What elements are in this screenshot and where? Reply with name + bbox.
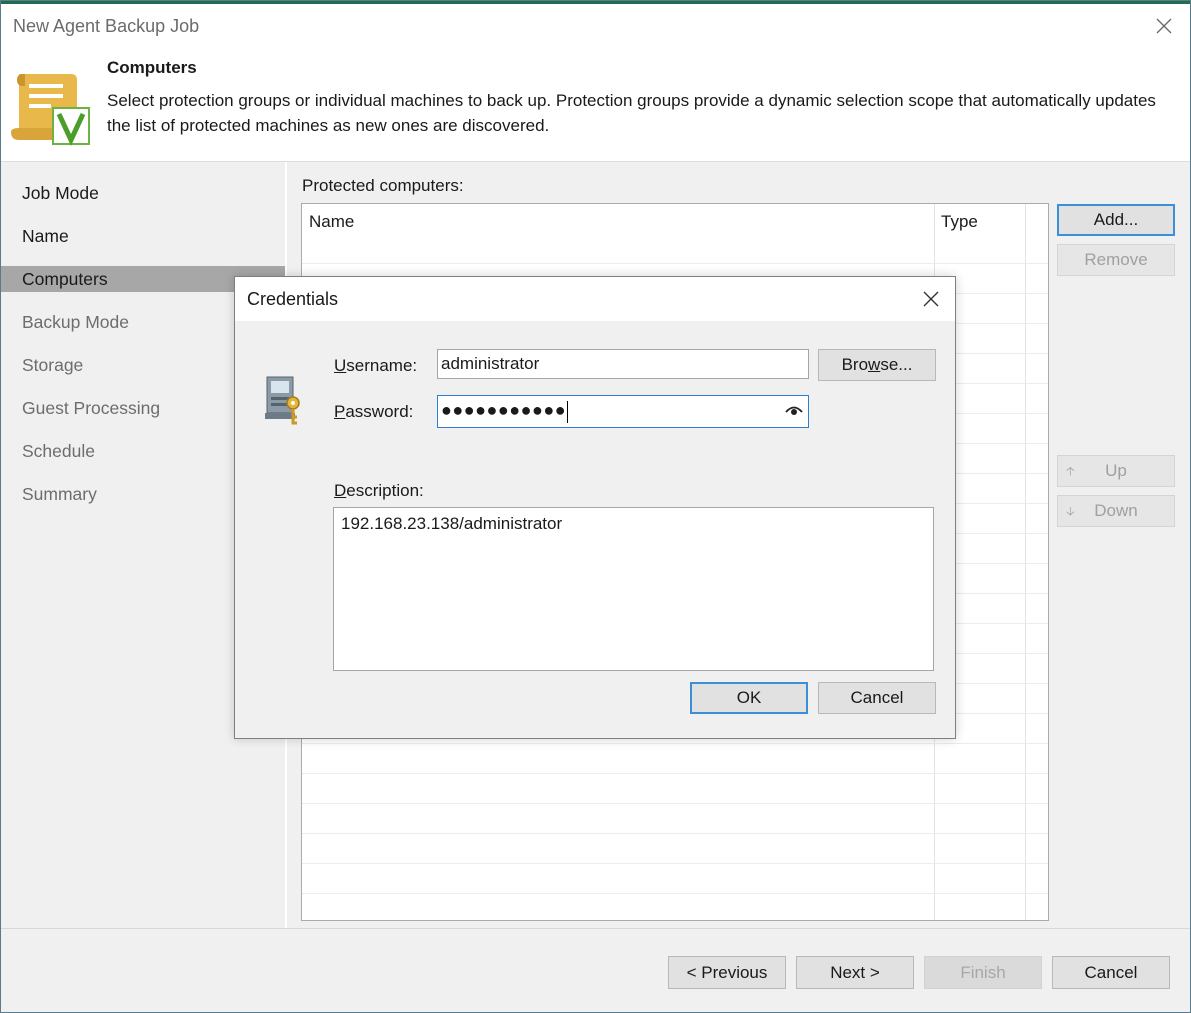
column-header-type[interactable]: Type — [941, 212, 978, 232]
browse-label-post: se... — [880, 355, 913, 374]
close-icon[interactable] — [919, 287, 943, 311]
wizard-header: Computers Select protection groups or in… — [1, 48, 1190, 162]
description-label: Description: — [334, 481, 424, 501]
table-row — [302, 833, 1048, 834]
dialog-cancel-button[interactable]: Cancel — [818, 682, 936, 714]
credentials-dialog: Credentials Username: administrator Brow… — [234, 276, 956, 739]
cancel-button[interactable]: Cancel — [1052, 956, 1170, 989]
header-description: Select protection groups or individual m… — [107, 91, 1156, 135]
description-label-access-key: D — [334, 481, 347, 500]
show-password-eye-icon[interactable] — [784, 402, 804, 418]
column-header-name[interactable]: Name — [309, 212, 354, 232]
password-label: Password: — [334, 402, 413, 422]
dialog-titlebar: Credentials — [235, 277, 955, 321]
window-titlebar: New Agent Backup Job — [1, 4, 1190, 48]
browse-label-access-key: w — [868, 355, 881, 374]
previous-button[interactable]: < Previous — [668, 956, 786, 989]
username-label-access-key: U — [334, 356, 347, 375]
ok-button[interactable]: OK — [690, 682, 808, 714]
table-row — [302, 743, 1048, 744]
text-caret — [567, 400, 569, 423]
table-row — [302, 773, 1048, 774]
password-label-text: assword: — [345, 402, 414, 421]
description-label-text: escription: — [346, 481, 424, 500]
browse-label-pre: Bro — [841, 355, 869, 374]
scroll-checkmark-icon — [11, 74, 90, 146]
username-input[interactable]: administrator — [437, 349, 809, 379]
down-button-label: Down — [1094, 501, 1138, 520]
down-button[interactable]: 🡣 Down — [1057, 495, 1175, 527]
add-button[interactable]: Add... — [1057, 204, 1175, 236]
username-label-text: sername: — [346, 356, 418, 375]
computer-key-icon — [265, 376, 300, 425]
table-row — [302, 893, 1048, 894]
remove-button[interactable]: Remove — [1057, 244, 1175, 276]
browse-button[interactable]: Browse... — [818, 349, 936, 381]
password-label-access-key: P — [334, 402, 346, 421]
close-icon[interactable] — [1152, 14, 1176, 38]
window-title: New Agent Backup Job — [13, 16, 200, 36]
table-row — [302, 263, 1048, 264]
arrow-down-icon: 🡣 — [1066, 504, 1075, 518]
nav-item-job-mode[interactable]: Job Mode — [1, 180, 285, 206]
header-title: Computers — [107, 58, 197, 77]
next-button[interactable]: Next > — [796, 956, 914, 989]
dialog-title: Credentials — [247, 289, 339, 309]
table-row — [302, 803, 1048, 804]
column-divider — [1025, 204, 1026, 920]
finish-button[interactable]: Finish — [924, 956, 1042, 989]
password-input[interactable]: ●●●●●●●●●●● — [437, 395, 809, 428]
protected-computers-label: Protected computers: — [302, 176, 464, 195]
nav-item-name[interactable]: Name — [1, 223, 285, 249]
password-masked-value: ●●●●●●●●●●● — [441, 400, 567, 420]
up-button[interactable]: 🡡 Up — [1057, 455, 1175, 487]
table-row — [302, 863, 1048, 864]
description-textarea[interactable]: 192.168.23.138/administrator — [333, 507, 934, 671]
arrow-up-icon: 🡡 — [1066, 464, 1075, 478]
username-label: Username: — [334, 356, 417, 376]
up-button-label: Up — [1105, 461, 1127, 480]
wizard-footer: < Previous Next > Finish Cancel — [1, 928, 1190, 1012]
